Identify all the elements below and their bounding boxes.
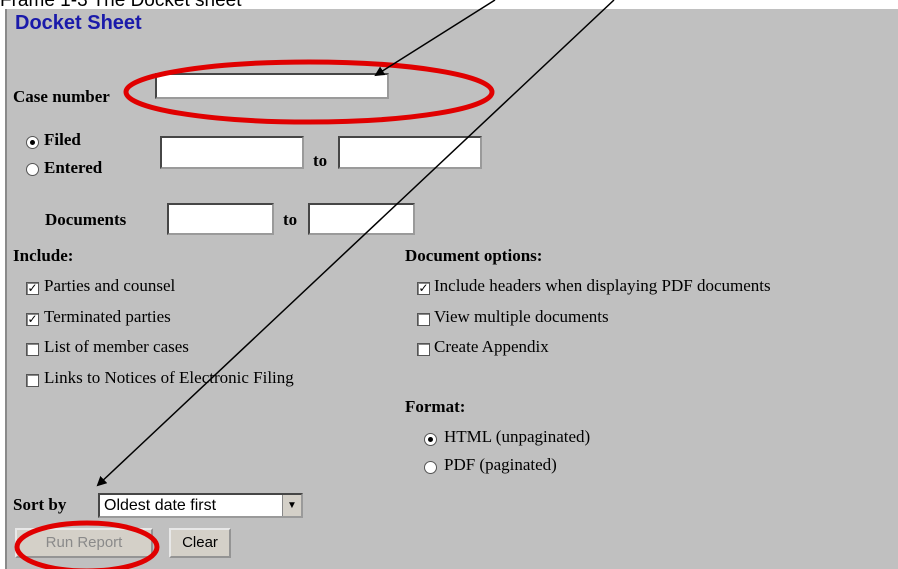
case-number-label: Case number <box>13 87 110 106</box>
parties-counsel-checkbox[interactable]: ✓ <box>26 282 39 295</box>
sort-by-label: Sort by <box>13 495 67 514</box>
documents-label: Documents <box>45 210 127 229</box>
html-format-radio[interactable] <box>424 433 437 446</box>
filed-radio[interactable] <box>26 136 39 149</box>
documents-to-input[interactable] <box>308 203 415 235</box>
terminated-parties-checkbox[interactable]: ✓ <box>26 313 39 326</box>
entered-radio[interactable] <box>26 163 39 176</box>
member-cases-label: List of member cases <box>44 337 189 356</box>
date-to-label: to <box>313 151 328 170</box>
nef-links-checkbox[interactable] <box>26 374 39 387</box>
run-report-button[interactable]: Run Report <box>15 528 153 558</box>
date-from-input[interactable] <box>160 136 304 169</box>
clear-button[interactable]: Clear <box>169 528 231 558</box>
documents-from-input[interactable] <box>167 203 274 235</box>
multiple-docs-label: View multiple documents <box>434 307 609 326</box>
filed-label: Filed <box>44 130 81 149</box>
parties-counsel-label: Parties and counsel <box>44 276 176 295</box>
document-options-heading: Document options: <box>405 246 543 265</box>
format-heading: Format: <box>405 397 466 416</box>
create-appendix-label: Create Appendix <box>434 337 549 356</box>
date-to-input[interactable] <box>338 136 482 169</box>
include-heading: Include: <box>13 246 74 265</box>
html-format-label: HTML (unpaginated) <box>444 427 591 446</box>
docket-panel: Docket Sheet Case number Filed Entered t… <box>5 9 898 569</box>
multiple-docs-checkbox[interactable] <box>417 313 430 326</box>
terminated-parties-label: Terminated parties <box>44 307 171 326</box>
chevron-down-icon[interactable]: ▼ <box>282 495 301 516</box>
pdf-format-label: PDF (paginated) <box>444 455 557 474</box>
pdf-format-radio[interactable] <box>424 461 437 474</box>
entered-label: Entered <box>44 158 103 177</box>
sort-by-select[interactable]: Oldest date first ▼ <box>98 493 303 518</box>
create-appendix-checkbox[interactable] <box>417 343 430 356</box>
nef-links-label: Links to Notices of Electronic Filing <box>44 368 294 387</box>
pdf-headers-checkbox[interactable]: ✓ <box>417 282 430 295</box>
sort-by-value: Oldest date first <box>104 497 217 514</box>
pdf-headers-label: Include headers when displaying PDF docu… <box>434 276 771 295</box>
page-title: Docket Sheet <box>15 12 142 34</box>
documents-to-label: to <box>283 210 298 229</box>
case-number-input[interactable] <box>155 73 389 99</box>
member-cases-checkbox[interactable] <box>26 343 39 356</box>
